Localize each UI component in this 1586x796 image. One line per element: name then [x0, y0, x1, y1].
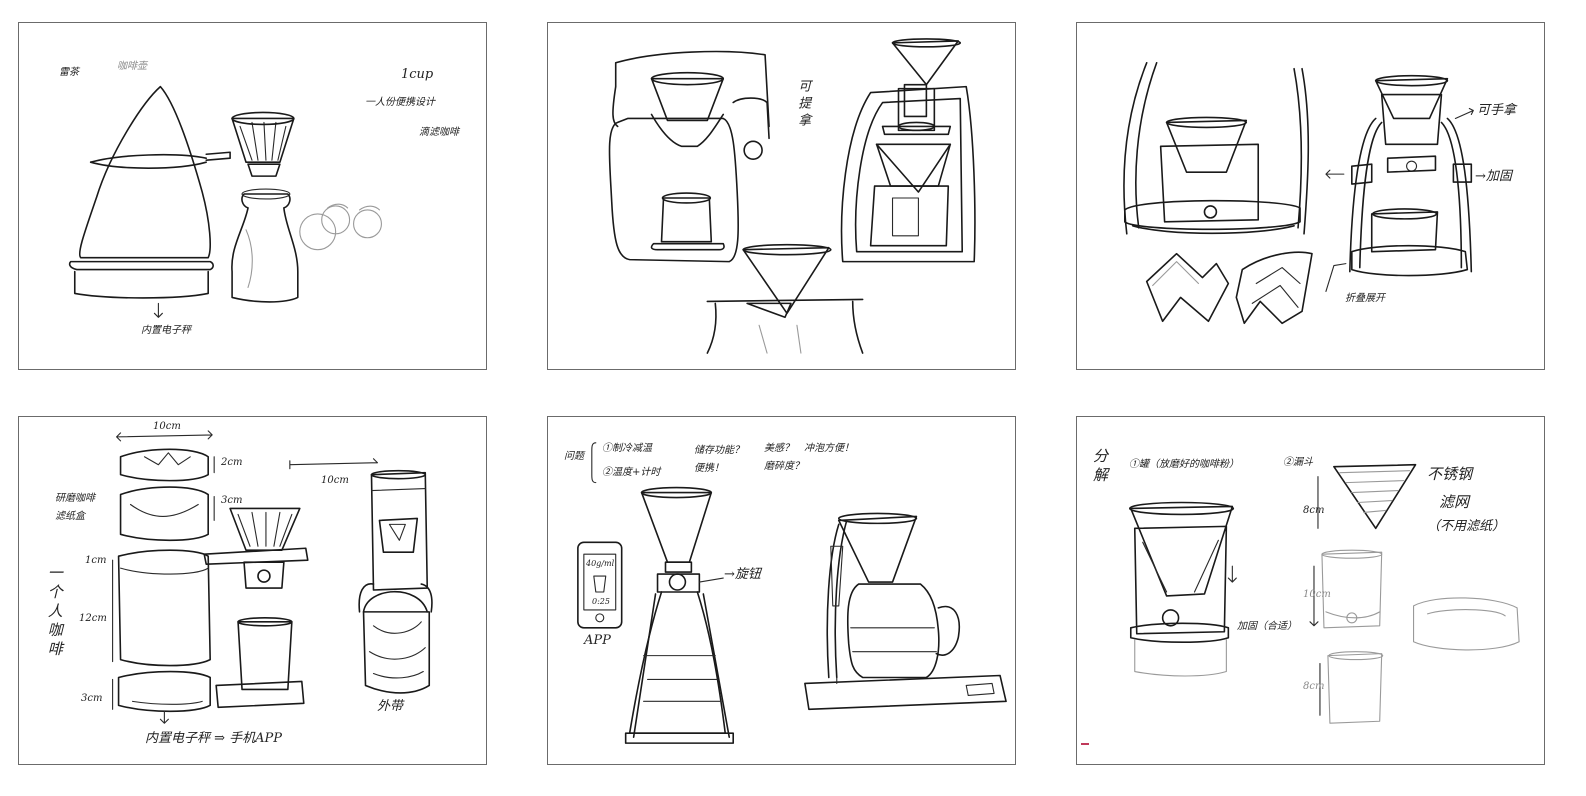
note-split: 分解	[1093, 447, 1115, 484]
tripod-stand-drawing	[1077, 23, 1544, 369]
note-folding: 折叠展开	[1345, 293, 1385, 304]
note-q1: ①制冷减温	[602, 443, 652, 454]
note-problem: 问题	[564, 451, 584, 462]
sketch-panel-tripod-stand: 可手拿 →加固 折叠展开	[1076, 22, 1545, 370]
note-dim-10cm: 10cm	[1303, 589, 1331, 600]
sketch-panel-kettle-dripper: 雷茶 咖啡壶 1cup 一人份便携设计 滴滤咖啡 内置电子秤	[18, 22, 487, 370]
note-dim-12cm: 12cm	[79, 613, 107, 624]
note-dim-10cm-b: 10cm	[321, 475, 349, 486]
note-dim-2cm: 2cm	[221, 457, 243, 468]
phone-time: 0:25	[592, 597, 610, 606]
note-app: APP	[584, 633, 611, 648]
note-portable: 便携！	[694, 463, 724, 474]
note-rotate: →旋钮	[724, 567, 761, 582]
sketch-panel-stack-dimensions: 10cm 2cm 3cm 1cm 12cm 3cm 10cm 研磨咖啡 滤纸盒 …	[18, 416, 487, 765]
note-dim-8cm-a: 8cm	[1303, 505, 1325, 516]
note-scale-app: 内置电子秤 ⇒ 手机APP	[145, 731, 283, 746]
note-item1: ①罐（放磨好的咖啡粉）	[1129, 459, 1239, 470]
note-brew: 滴滤咖啡	[419, 127, 459, 138]
note-dim-8cm-b: 8cm	[1303, 681, 1325, 692]
note-convenient: 冲泡方便！	[804, 443, 854, 454]
note-dim-3cm-b: 3cm	[81, 693, 103, 704]
note-q2: ②温度+计时	[602, 467, 661, 478]
stack-dimensions-drawing	[19, 417, 486, 764]
handle-stand-drawing	[548, 23, 1015, 369]
note-base: 加固（合适）	[1237, 621, 1297, 632]
note-width-10cm: 10cm	[153, 421, 181, 432]
red-pen-mark	[1081, 743, 1089, 745]
note-top-left-a: 雷茶	[59, 67, 79, 78]
note-top-left-b: 咖啡壶	[117, 61, 147, 72]
note-dim-3cm-a: 3cm	[221, 495, 243, 506]
note-filter: 滤纸盒	[55, 511, 85, 522]
note-holdable: 可手拿	[1477, 103, 1517, 118]
note-portable: 一人份便携设计	[365, 97, 435, 108]
sketch-panel-handle-stand: 可提拿	[547, 22, 1016, 370]
sketch-panel-decompose: 分解 ①罐（放磨好的咖啡粉） ②漏斗 不锈钢 滤网 （不用滤纸） 8cm 10c…	[1076, 416, 1545, 765]
note-vertical-one-person: 一个人咖啡	[45, 565, 64, 660]
note-grind: 研磨咖啡	[55, 493, 95, 504]
sketch-panel-app-scale: 问题 ①制冷减温 ②温度+计时 储存功能？ 美感？ 冲泡方便！ 便携！ 磨碎度？…	[547, 416, 1016, 765]
note-steel: 不锈钢	[1427, 465, 1473, 483]
note-item2: ②漏斗	[1283, 457, 1313, 468]
note-dim-1cm-a: 1cm	[85, 555, 107, 566]
note-cup: 1cup	[401, 67, 434, 82]
note-beauty: 美感？	[764, 443, 794, 454]
note-bottom-scale: 内置电子秤	[141, 325, 191, 336]
note-fixed: →加固	[1475, 169, 1512, 184]
phone-weight: 40g/ml	[586, 559, 615, 568]
note-grind: 磨碎度？	[764, 461, 804, 472]
note-no-paper: （不用滤纸）	[1427, 519, 1506, 534]
note-storage: 储存功能？	[694, 445, 744, 456]
note-carry: 外带	[377, 699, 404, 714]
note-mesh: 滤网	[1439, 493, 1470, 511]
note-handle: 可提拿	[795, 79, 811, 130]
